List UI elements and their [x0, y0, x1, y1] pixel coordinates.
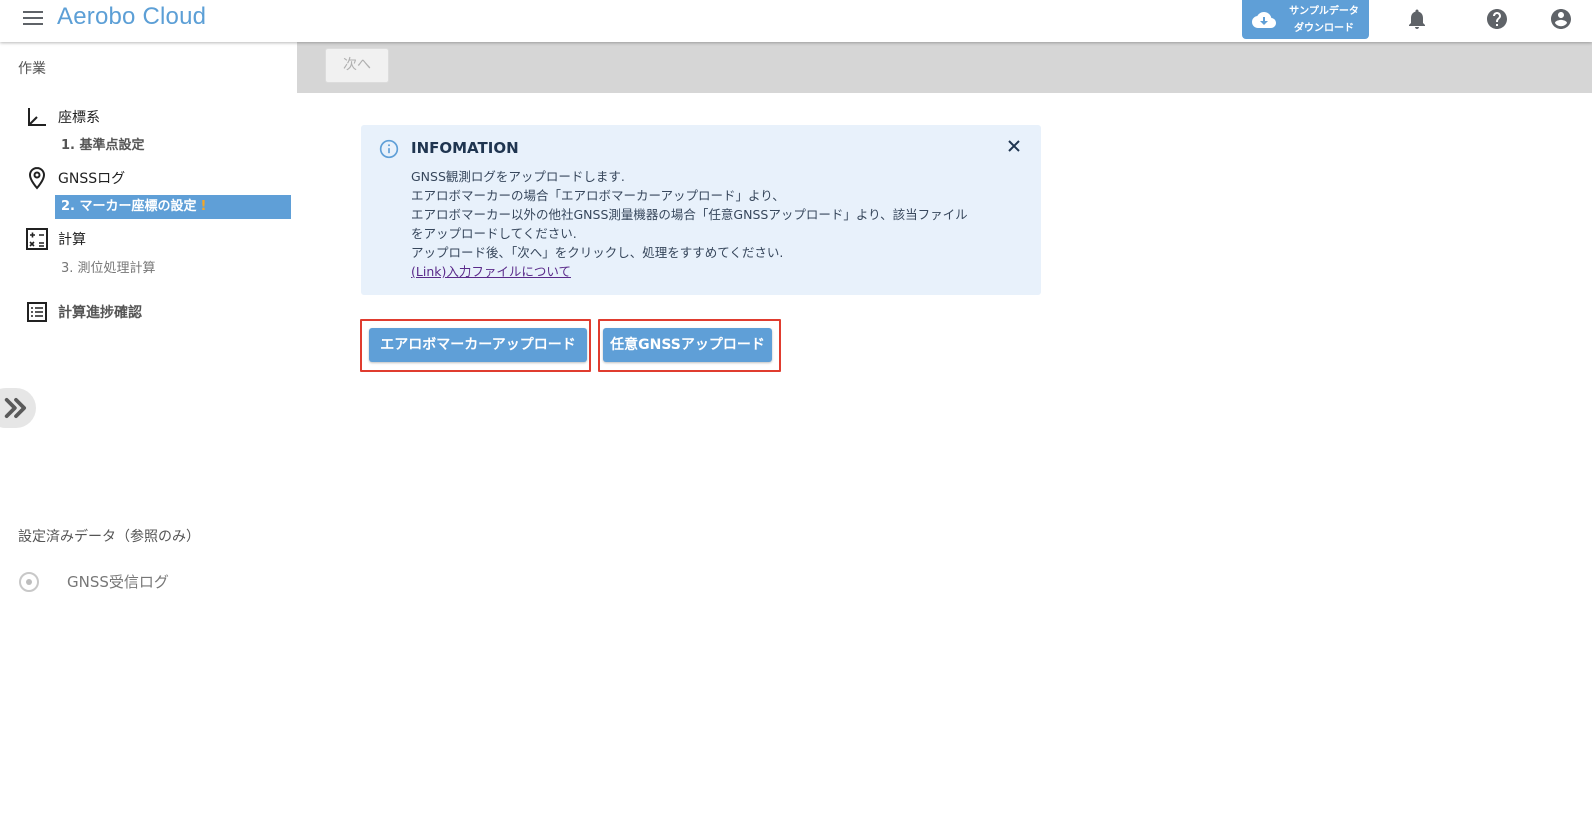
section-title-work: 作業	[18, 61, 46, 77]
account-circle-icon[interactable]	[1549, 7, 1573, 31]
info-line: をアップロードしてください.	[411, 226, 577, 241]
section-title-reference: 設定済みデータ（参照のみ）	[18, 529, 200, 545]
notification-bell-icon[interactable]	[1405, 7, 1429, 31]
input-file-info-link[interactable]: (Link)入力ファイルについて	[411, 262, 968, 281]
next-button[interactable]: 次へ	[325, 48, 389, 83]
custom-gnss-upload-button[interactable]: 任意GNSSアップロード	[603, 328, 772, 362]
info-body: GNSS観測ログをアップロードします. エアロボマーカーの場合「エアロボマーカー…	[411, 167, 968, 281]
radio-icon	[19, 571, 39, 592]
app-root: Aerobo Cloud サンプルデータ ダウンロード 作業 座標系 1. 基準…	[0, 0, 1592, 825]
reference-item-label: GNSS受信ログ	[67, 573, 169, 591]
sidebar-item-label: 計算	[58, 232, 86, 248]
location-pin-icon	[28, 166, 46, 190]
info-icon	[379, 139, 399, 159]
sidebar-item-gnss-log[interactable]: GNSSログ	[25, 166, 125, 190]
action-toolbar: 次へ	[297, 42, 1592, 93]
expand-sidebar-button[interactable]	[0, 388, 36, 428]
help-icon[interactable]	[1485, 7, 1509, 31]
top-app-bar: Aerobo Cloud サンプルデータ ダウンロード	[0, 0, 1592, 42]
reference-item-gnss-log: GNSS受信ログ	[19, 571, 169, 592]
sidebar-subitem-base-point[interactable]: 1. 基準点設定	[61, 134, 145, 153]
sidebar-item-label: GNSSログ	[58, 171, 126, 187]
sidebar-item-calculation[interactable]: 計算	[25, 227, 86, 251]
sidebar-subitem-positioning-calc[interactable]: 3. 測位処理計算	[61, 257, 156, 276]
double-chevron-right-icon	[4, 397, 27, 419]
sample-data-download-label: サンプルデータ ダウンロード	[1289, 5, 1359, 34]
sample-data-download-button[interactable]: サンプルデータ ダウンロード	[1242, 0, 1369, 39]
hamburger-menu-icon[interactable]	[23, 11, 43, 27]
list-icon	[27, 302, 47, 322]
info-line: エアロボマーカー以外の他社GNSS測量機器の場合「任意GNSSアップロード」より…	[411, 207, 968, 222]
aerobo-marker-upload-button[interactable]: エアロボマーカーアップロード	[369, 328, 587, 362]
cloud-download-icon	[1252, 11, 1276, 28]
sidebar-item-progress[interactable]: 計算進捗確認	[25, 300, 142, 324]
info-line: アップロード後、「次へ」をクリックし、処理をすすめてください.	[411, 245, 784, 260]
info-line: GNSS観測ログをアップロードします.	[411, 169, 625, 184]
sidebar-item-label: 座標系	[58, 110, 100, 126]
close-icon[interactable]	[1007, 139, 1021, 153]
information-panel: INFOMATION GNSS観測ログをアップロードします. エアロボマーカーの…	[361, 125, 1041, 295]
info-title: INFOMATION	[411, 139, 519, 157]
sidebar-item-coordinate-system[interactable]: 座標系	[25, 105, 100, 129]
sidebar-subitem-marker-coordinates[interactable]: 2. マーカー座標の設定!	[55, 195, 291, 219]
calculator-icon	[26, 228, 48, 250]
sidebar: 作業 座標系 1. 基準点設定 GNSSログ 2. マーカー座標の設定! 計算 …	[0, 42, 297, 825]
warning-icon: !	[200, 199, 207, 214]
sidebar-item-label: 計算進捗確認	[58, 305, 142, 321]
axis-icon	[28, 108, 46, 126]
sidebar-subitem-label: 2. マーカー座標の設定	[61, 199, 197, 214]
app-title: Aerobo Cloud	[57, 3, 207, 30]
info-line: エアロボマーカーの場合「エアロボマーカーアップロード」より、	[411, 188, 785, 203]
